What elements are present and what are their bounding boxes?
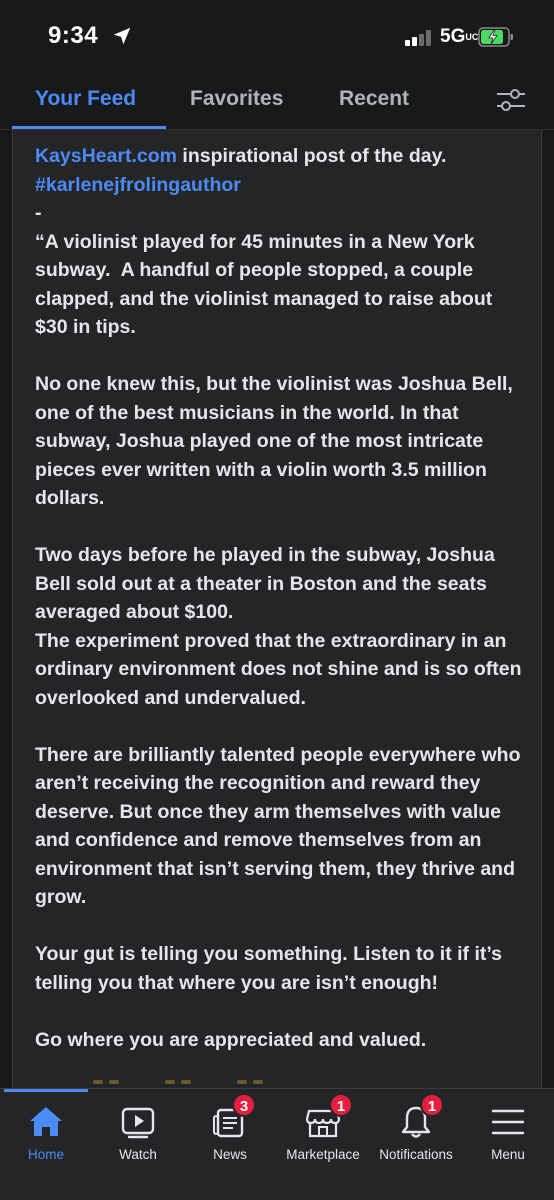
post-paragraph: Your gut is telling you something. Liste… bbox=[35, 943, 508, 994]
nav-home[interactable]: Home bbox=[0, 1089, 92, 1200]
nav-label: News bbox=[213, 1147, 247, 1162]
post-paragraph: Go where you are appreciated and valued. bbox=[35, 1028, 427, 1051]
nav-notifications[interactable]: 1 Notifications bbox=[370, 1089, 462, 1200]
feed-tabs: Your Feed Favorites Recent bbox=[0, 70, 554, 130]
post-paragraph: There are brilliantly talented people ev… bbox=[35, 743, 526, 909]
menu-icon bbox=[491, 1109, 525, 1135]
post-card: KaysHeart.com inspirational post of the … bbox=[12, 130, 542, 1090]
video-icon bbox=[121, 1107, 155, 1139]
nav-marketplace[interactable]: 1 Marketplace bbox=[276, 1089, 370, 1200]
nav-label: Notifications bbox=[379, 1147, 453, 1162]
notification-badge: 1 bbox=[329, 1093, 353, 1117]
nav-label: Marketplace bbox=[286, 1147, 360, 1162]
post-paragraph: No one knew this, but the violinist was … bbox=[35, 373, 519, 509]
nav-label: Menu bbox=[491, 1147, 525, 1162]
notification-badge: 1 bbox=[420, 1093, 444, 1117]
nav-news[interactable]: 3 News bbox=[184, 1089, 276, 1200]
notification-badge: 3 bbox=[232, 1093, 256, 1117]
nav-watch[interactable]: Watch bbox=[92, 1089, 184, 1200]
bottom-navigation: Home Watch 3 News 1 Marketplace 1 Notifi… bbox=[0, 1088, 554, 1200]
nav-menu[interactable]: Menu bbox=[462, 1089, 554, 1200]
battery-charging-icon bbox=[478, 27, 513, 47]
nav-label: Home bbox=[27, 1147, 64, 1162]
post-body: KaysHeart.com inspirational post of the … bbox=[35, 142, 530, 1083]
post-intro: inspirational post of the day. bbox=[176, 145, 447, 167]
nav-label: Watch bbox=[119, 1147, 157, 1162]
post-link[interactable]: KaysHeart.com bbox=[35, 145, 177, 167]
tab-favorites[interactable]: Favorites bbox=[190, 87, 283, 111]
filter-sliders-icon[interactable] bbox=[495, 86, 527, 114]
post-paragraph: “A violinist played for 45 minutes in a … bbox=[35, 230, 498, 339]
status-time: 9:34 bbox=[48, 22, 99, 49]
post-paragraph: Two days before he played in the subway,… bbox=[35, 544, 501, 623]
post-hashtag[interactable]: #karlenejfrolingauthor bbox=[35, 174, 241, 196]
location-arrow-icon bbox=[113, 27, 131, 45]
post-dash: - bbox=[35, 202, 42, 224]
network-type: 5GUC bbox=[440, 26, 479, 47]
reactions-peek bbox=[93, 1080, 263, 1084]
signal-strength-icon bbox=[405, 30, 433, 46]
post-paragraph: The experiment proved that the extraordi… bbox=[35, 629, 527, 709]
tab-your-feed[interactable]: Your Feed bbox=[35, 87, 136, 111]
home-icon bbox=[30, 1107, 62, 1136]
status-bar: 9:34 5GUC bbox=[0, 0, 554, 70]
tab-recent[interactable]: Recent bbox=[339, 87, 409, 111]
